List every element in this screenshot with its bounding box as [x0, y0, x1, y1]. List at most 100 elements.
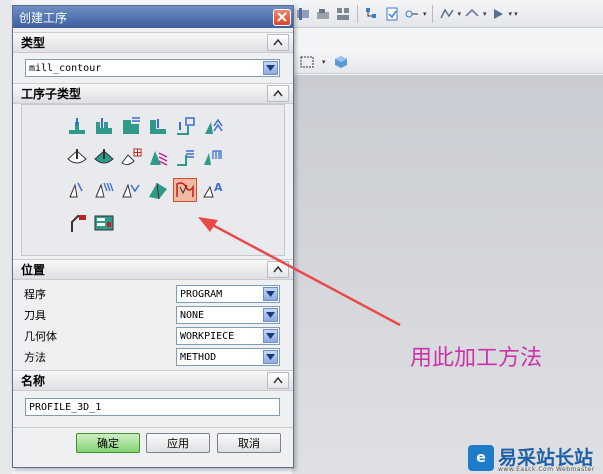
toolbar-doc-icon[interactable]: [383, 5, 401, 23]
toolbar-tree-icon[interactable]: [363, 5, 381, 23]
method-row: 方法: [24, 348, 46, 366]
cavity-mill-icon[interactable]: [65, 115, 89, 139]
section-header-name[interactable]: 名称: [13, 370, 293, 391]
toolbar-select-box-icon[interactable]: [298, 53, 316, 71]
watermark-logo-icon: e: [468, 445, 494, 471]
chevron-down-icon[interactable]: [263, 329, 278, 343]
chevron-down-icon[interactable]: [263, 350, 278, 364]
contour-area-icon[interactable]: [92, 146, 116, 170]
graphics-canvas[interactable]: [292, 75, 603, 474]
chevron-down-icon[interactable]: [263, 287, 278, 301]
section-header-subtype[interactable]: 工序子类型: [13, 83, 293, 104]
app-toolbar-secondary: ▾: [292, 50, 603, 74]
section-header-type[interactable]: 类型: [13, 32, 293, 53]
flowcut-ref-tool-icon[interactable]: [92, 178, 116, 202]
subtype-body: A: [13, 104, 293, 259]
solid-profile-3d-icon[interactable]: [146, 178, 170, 202]
geometry-label: 几何体: [24, 330, 57, 343]
toolbar-dropdown-icon[interactable]: ▾: [423, 10, 427, 18]
collapse-name-button[interactable]: [267, 372, 289, 389]
toolbar-path-icon[interactable]: [438, 5, 456, 23]
toolbar-flow-icon[interactable]: [403, 5, 421, 23]
watermark-text: 易采站长站: [498, 446, 594, 469]
toolbar-grid-icon[interactable]: [334, 5, 352, 23]
toolbar-play-icon[interactable]: [489, 5, 507, 23]
toolbar-path2-dropdown-icon[interactable]: ▾: [483, 10, 487, 18]
corner-rough-icon[interactable]: [119, 115, 143, 139]
toolbar-path2-icon[interactable]: [463, 5, 481, 23]
close-icon: [277, 12, 287, 22]
streamline-icon[interactable]: [146, 146, 170, 170]
chevron-down-icon[interactable]: [263, 308, 278, 322]
dialog-titlebar[interactable]: 创建工序: [13, 6, 293, 28]
name-body: PROFILE_3D_1: [13, 391, 293, 427]
contour-surface-area-icon[interactable]: [119, 146, 143, 170]
zlevel-corner-icon[interactable]: [200, 115, 224, 139]
section-title-name: 名称: [21, 374, 46, 388]
geometry-select-value: WORKPIECE: [180, 330, 235, 342]
tool-label: 刀具: [24, 309, 46, 322]
mill-user-icon[interactable]: [65, 211, 89, 235]
section-title-type: 类型: [21, 36, 46, 50]
method-select-value: METHOD: [180, 351, 217, 363]
fixed-contour-icon[interactable]: [65, 146, 89, 170]
method-select[interactable]: METHOD: [176, 348, 280, 366]
tool-select[interactable]: NONE: [176, 306, 280, 324]
annotation-text: 用此加工方法: [410, 346, 543, 371]
type-body: mill_contour: [13, 53, 293, 83]
section-header-location[interactable]: 位置: [13, 259, 293, 280]
profile-3d-icon[interactable]: [173, 178, 197, 202]
zlevel-profile-icon[interactable]: [173, 115, 197, 139]
program-select-value: PROGRAM: [180, 288, 223, 300]
location-body: 程序 PROGRAM 刀具 NONE 几何体 WORKPIECE 方法 METH…: [13, 280, 293, 370]
plunge-mill-icon[interactable]: [92, 115, 116, 139]
program-label: 程序: [24, 288, 46, 301]
flowcut-single-icon[interactable]: [200, 146, 224, 170]
contour-text-icon[interactable]: A: [200, 178, 224, 202]
program-select[interactable]: PROGRAM: [176, 285, 280, 303]
name-input[interactable]: PROFILE_3D_1: [25, 398, 280, 416]
rest-mill-icon[interactable]: [146, 115, 170, 139]
chevron-up-icon: [273, 90, 283, 97]
name-input-value: PROFILE_3D_1: [29, 401, 102, 413]
dialog-button-bar: 确定 应用 取消: [13, 427, 293, 455]
ok-button[interactable]: 确定: [76, 433, 140, 453]
tool-row: 刀具: [24, 306, 46, 324]
app-left-strip: [0, 0, 12, 474]
contour-text-area-icon[interactable]: [173, 146, 197, 170]
close-button[interactable]: [273, 8, 291, 26]
method-label: 方法: [24, 351, 46, 364]
toolbar-block-icon[interactable]: [314, 5, 332, 23]
chevron-down-icon[interactable]: [263, 61, 278, 75]
apply-button[interactable]: 应用: [146, 433, 210, 453]
toolbar-cube-icon[interactable]: [332, 53, 350, 71]
collapse-type-button[interactable]: [267, 34, 289, 51]
chevron-up-icon: [273, 39, 283, 46]
collapse-subtype-button[interactable]: [267, 85, 289, 102]
app-toolbar: ▾ ▾ ▾ ▾ ▾: [292, 0, 603, 28]
toolbar-select-dropdown-icon[interactable]: ▾: [322, 58, 326, 66]
toolbar-cut-icon[interactable]: [294, 5, 312, 23]
section-title-location: 位置: [21, 263, 46, 277]
geometry-select[interactable]: WORKPIECE: [176, 327, 280, 345]
program-row: 程序: [24, 285, 46, 303]
flowcut-multiple-icon[interactable]: [65, 178, 89, 202]
type-select[interactable]: mill_contour: [25, 59, 280, 77]
flowcut-smooth-icon[interactable]: [119, 178, 143, 202]
svg-text:A: A: [214, 181, 223, 194]
cancel-button[interactable]: 取消: [217, 433, 281, 453]
dialog-title: 创建工序: [19, 10, 68, 25]
toolbar-play-dropdown-icon[interactable]: ▾: [509, 10, 513, 18]
watermark-url: www.Easck.Com Webmaster: [498, 466, 595, 473]
type-select-value: mill_contour: [29, 62, 102, 74]
collapse-location-button[interactable]: [267, 261, 289, 278]
mill-control-icon[interactable]: [92, 211, 116, 235]
create-operation-dialog: 创建工序 类型 mill_contour 工序子类型 A 位置 程序 PROGR…: [12, 5, 294, 468]
operation-subtype-grid: A: [21, 104, 285, 256]
toolbar-path-dropdown-icon[interactable]: ▾: [458, 10, 462, 18]
watermark: e 易采站长站 www.Easck.Com Webmaster: [468, 442, 603, 474]
toolbar-more-icon[interactable]: ▾: [514, 10, 518, 18]
section-title-subtype: 工序子类型: [21, 87, 82, 101]
geometry-row: 几何体: [24, 327, 57, 345]
chevron-up-icon: [273, 377, 283, 384]
